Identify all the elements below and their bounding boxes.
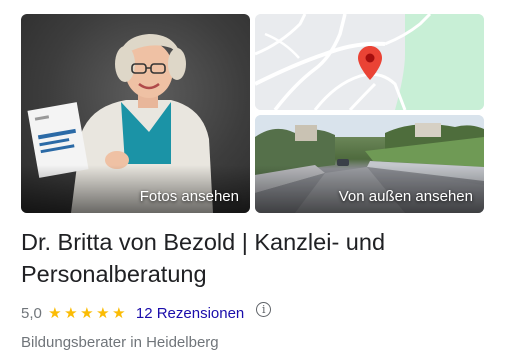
star-icon: ★ [96, 304, 110, 322]
business-category: Bildungsberater in Heidelberg [21, 334, 219, 351]
info-icon[interactable]: i [256, 301, 272, 317]
star-icon: ★ [112, 304, 126, 322]
rating-row: 5,0 ★ ★ ★ ★ ★ 12 Rezensionen i [21, 301, 272, 324]
reviews-link[interactable]: 12 Rezensionen [136, 305, 244, 322]
map-pin-icon [358, 46, 382, 80]
map-tile[interactable] [255, 14, 484, 110]
rating-value: 5,0 [21, 304, 42, 322]
street-view-label: Von außen ansehen [338, 188, 473, 205]
star-rating: ★ ★ ★ ★ ★ [47, 306, 127, 321]
star-icon: ★ [48, 304, 62, 322]
business-name: Dr. Britta von Bezold | Kanzlei- und Per… [21, 229, 386, 287]
photos-tile[interactable]: Fotos ansehen [21, 14, 250, 213]
star-icon: ★ [80, 304, 94, 322]
street-view-tile[interactable]: Von außen ansehen [255, 115, 484, 213]
star-icon: ★ [64, 304, 78, 322]
photos-label: Fotos ansehen [139, 188, 239, 205]
